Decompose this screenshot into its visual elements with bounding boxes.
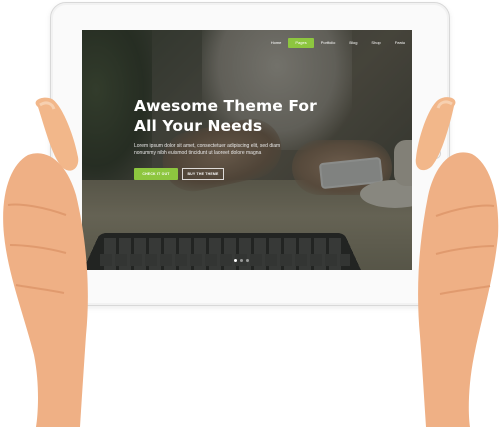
slider-dot[interactable] xyxy=(246,259,249,262)
nav-item-features[interactable]: Featu xyxy=(388,38,412,48)
nav-item-home[interactable]: Home xyxy=(264,38,289,48)
nav-item-shop[interactable]: Shop xyxy=(364,38,387,48)
nav-item-pages[interactable]: Pages xyxy=(288,38,314,48)
nav-item-portfolio[interactable]: Portfolio xyxy=(314,38,343,48)
buy-theme-button[interactable]: Buy the theme xyxy=(182,168,224,180)
hero-title-line2: All Your Needs xyxy=(134,117,263,135)
slider-dots xyxy=(234,259,249,262)
hero-text-line2: nonummy nibh euismod tincidunt ut laoree… xyxy=(134,150,262,156)
hero-title: Awesome Theme For All Your Needs xyxy=(134,96,374,136)
hero-title-line1: Awesome Theme For xyxy=(134,97,317,115)
check-it-out-button[interactable]: Check it out xyxy=(134,168,178,180)
hero-description: Lorem ipsum dolor sit amet, consectetuer… xyxy=(134,143,334,157)
slider-dot[interactable] xyxy=(240,259,243,262)
scene: Home Pages Portfolio Blog Shop Featu Awe… xyxy=(0,0,500,427)
slider-dot[interactable] xyxy=(234,259,237,262)
main-nav: Home Pages Portfolio Blog Shop Featu xyxy=(264,37,412,49)
nav-item-blog[interactable]: Blog xyxy=(342,38,364,48)
right-hand xyxy=(394,96,500,427)
left-hand xyxy=(0,95,110,427)
hero-text-line1: Lorem ipsum dolor sit amet, consectetuer… xyxy=(134,143,281,149)
tablet-screen: Home Pages Portfolio Blog Shop Featu Awe… xyxy=(82,30,412,270)
